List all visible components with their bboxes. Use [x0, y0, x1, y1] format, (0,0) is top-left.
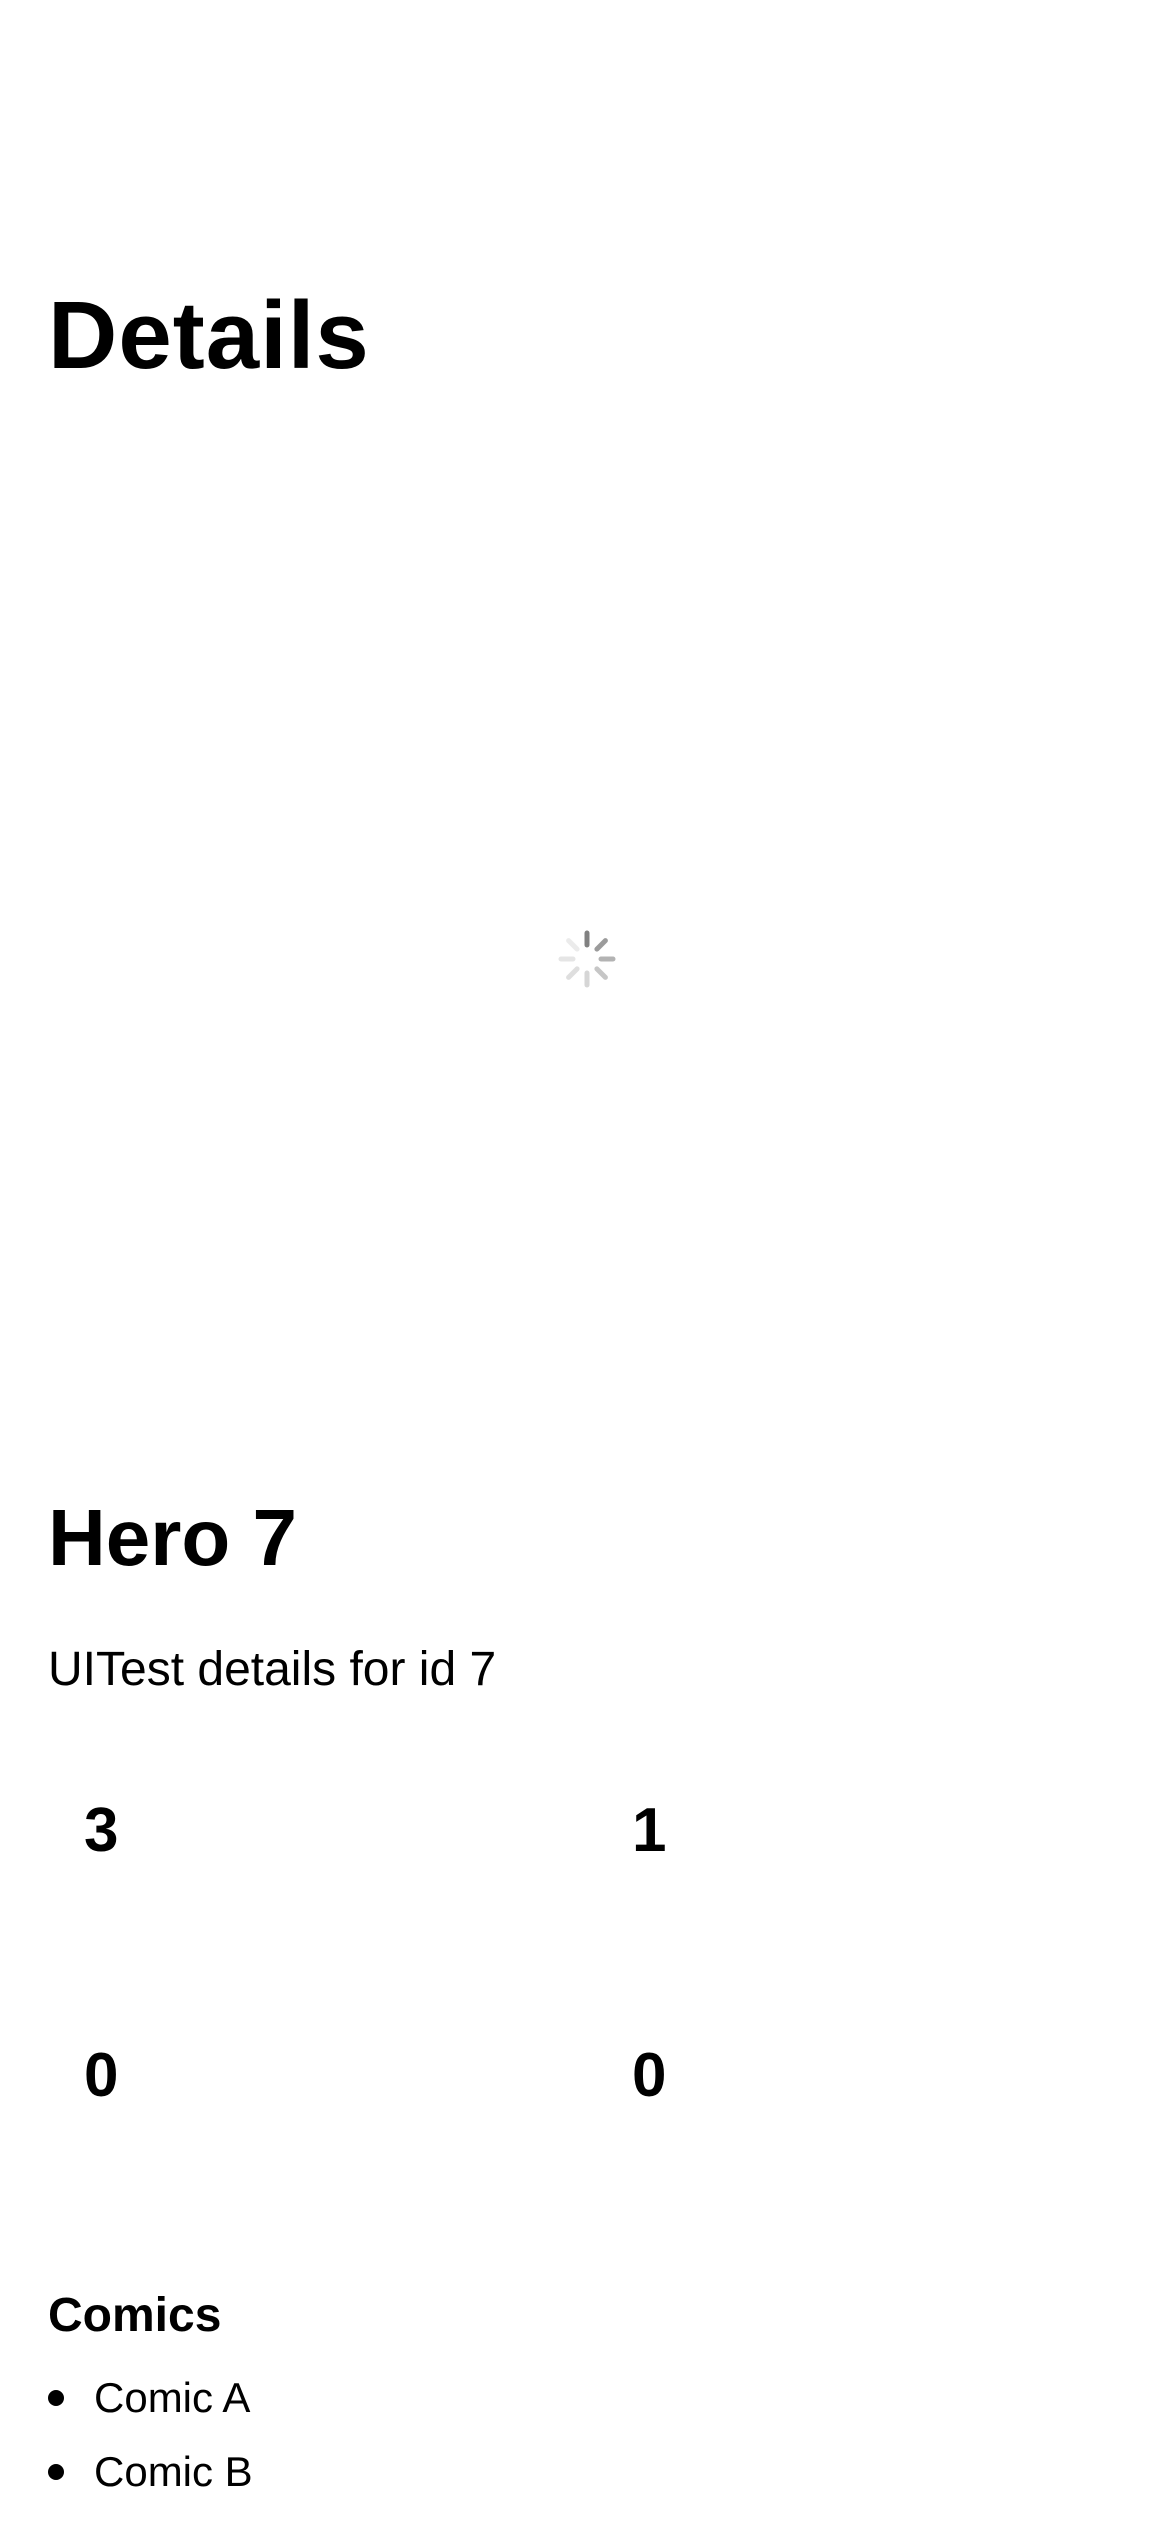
hero-description: UITest details for id 7 [48, 1643, 497, 1696]
details-screen: Details Hero 7 UITest details for id 7 3… [0, 0, 1170, 2532]
bullet-icon [48, 2464, 64, 2480]
stat-value: 0 [84, 2041, 119, 2110]
stat-value: 0 [632, 2041, 667, 2110]
comic-title: Comic A [94, 2374, 251, 2421]
activity-spinner-icon [558, 930, 616, 988]
list-item: Comic B [48, 2448, 253, 2522]
list-item: Comic A [48, 2374, 253, 2448]
comics-section-heading: Comics [48, 2289, 222, 2342]
comics-list: Comic A Comic B [48, 2374, 253, 2522]
hero-name: Hero 7 [48, 1493, 297, 1582]
comic-title: Comic B [94, 2448, 253, 2495]
bullet-icon [48, 2390, 64, 2406]
stat-value: 3 [84, 1796, 119, 1865]
stat-value: 1 [632, 1796, 667, 1865]
navigation-title: Details [48, 282, 370, 389]
